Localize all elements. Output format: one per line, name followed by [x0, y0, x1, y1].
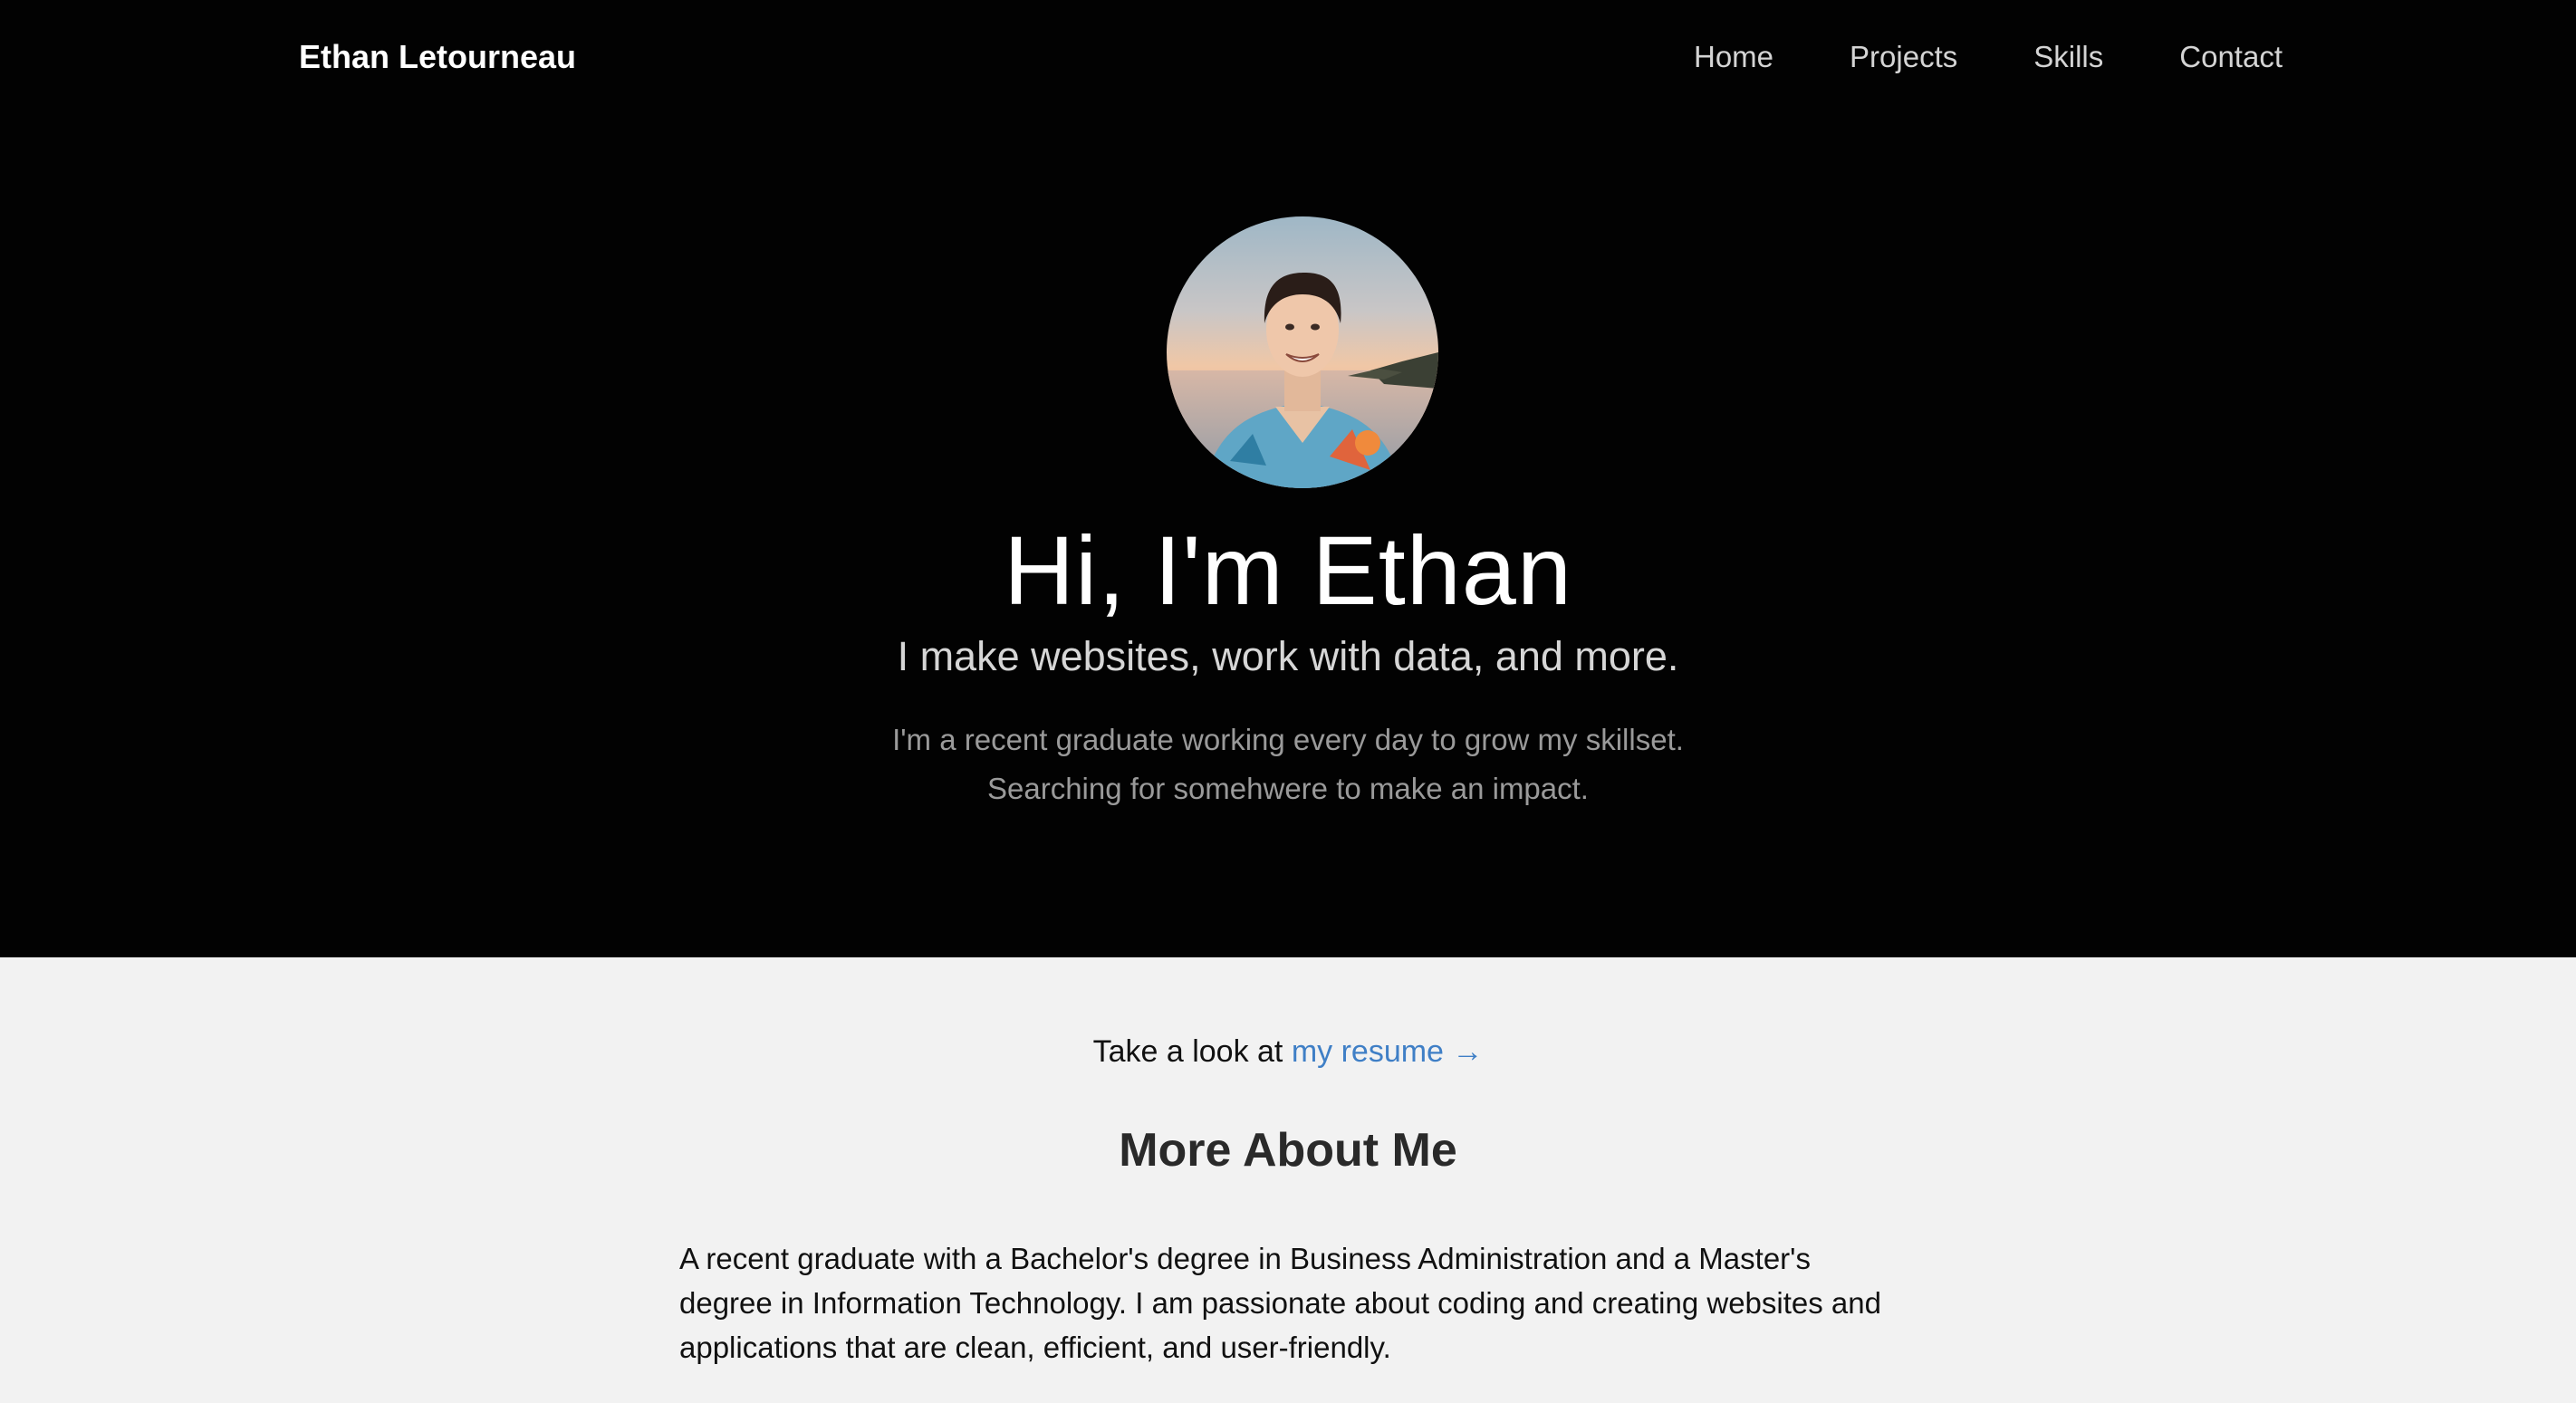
about-heading: More About Me	[1119, 1124, 1457, 1177]
hero-description: I'm a recent graduate working every day …	[0, 716, 2576, 813]
hero-title: Hi, I'm Ethan	[1004, 515, 1572, 625]
brand-logo-link[interactable]: Ethan Letourneau	[299, 38, 576, 76]
nav-link-skills[interactable]: Skills	[2033, 40, 2103, 80]
resume-callout: Take a look at my resume →	[0, 1032, 2576, 1071]
nav-link-projects[interactable]: Projects	[1850, 40, 1957, 80]
nav-link-home[interactable]: Home	[1694, 40, 1773, 80]
avatar	[1167, 216, 1438, 488]
resume-prefix: Take a look at	[1092, 1034, 1292, 1069]
hero-section: Ethan Letourneau Home Projects Skills Co…	[0, 0, 2576, 957]
avatar-photo	[1167, 216, 1438, 488]
resume-link[interactable]: my resume →	[1292, 1034, 1484, 1069]
main-nav: Home Projects Skills Contact	[1630, 40, 2283, 80]
nav-link-contact[interactable]: Contact	[2179, 40, 2283, 80]
hero-description-line: Searching for somehwere to make an impac…	[987, 772, 1589, 805]
about-paragraph: A recent graduate with a Bachelor's degr…	[679, 1242, 1881, 1364]
hero-description-line: I'm a recent graduate working every day …	[892, 723, 1684, 756]
hero-subtitle: I make websites, work with data, and mor…	[897, 633, 1679, 679]
